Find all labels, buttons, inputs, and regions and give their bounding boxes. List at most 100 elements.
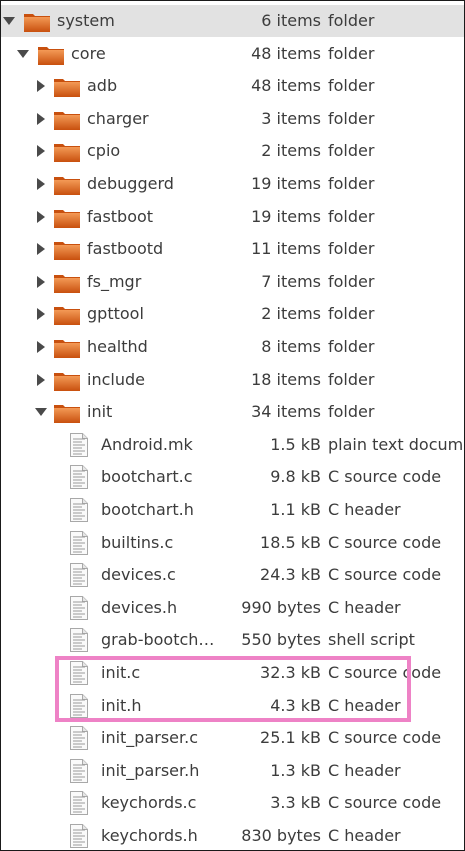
text-file-icon bbox=[69, 661, 89, 685]
row-type: C header bbox=[328, 597, 401, 617]
row-name: bootchart.h bbox=[101, 500, 194, 519]
file-row[interactable]: init_parser.c 25.1 kB C source code bbox=[1, 722, 464, 754]
row-size: 830 bytes bbox=[241, 826, 321, 845]
folder-row[interactable]: init 34 items folder bbox=[1, 396, 464, 428]
row-type: C source code bbox=[328, 728, 442, 748]
folder-row[interactable]: fastbootd 11 items folder bbox=[1, 233, 464, 265]
row-name: devices.h bbox=[101, 597, 178, 617]
row-type: folder bbox=[328, 141, 375, 161]
row-name: grab-bootch… bbox=[101, 630, 215, 650]
row-size: 19 items bbox=[251, 174, 321, 193]
expander-collapsed-icon[interactable] bbox=[35, 298, 49, 330]
expander-collapsed-icon[interactable] bbox=[35, 135, 49, 167]
file-row[interactable]: builtins.c 18.5 kB C source code bbox=[1, 527, 464, 559]
row-name: devices.c bbox=[101, 565, 176, 585]
row-name: gpttool bbox=[87, 304, 144, 324]
row-type: folder bbox=[328, 369, 375, 389]
text-file-icon bbox=[69, 824, 89, 848]
row-type: folder bbox=[328, 271, 375, 291]
text-file-icon bbox=[69, 758, 89, 783]
folder-row[interactable]: system 6 items folder bbox=[1, 5, 464, 37]
row-size: 6 items bbox=[261, 11, 321, 30]
row-name: init_parser.h bbox=[101, 760, 200, 780]
file-row[interactable]: devices.c 24.3 kB C source code bbox=[1, 559, 464, 591]
row-size: 550 bytes bbox=[241, 630, 321, 650]
file-row[interactable]: bootchart.h 1.1 kB C header bbox=[1, 494, 464, 526]
expander-expanded-icon[interactable] bbox=[35, 396, 49, 428]
row-name: init.c bbox=[101, 663, 141, 682]
folder-row[interactable]: adb 48 items folder bbox=[1, 70, 464, 102]
file-row[interactable]: Android.mk 1.5 kB plain text docum bbox=[1, 429, 464, 461]
row-type: C header bbox=[328, 760, 401, 780]
expander-collapsed-icon[interactable] bbox=[35, 233, 49, 265]
row-name: fastboot bbox=[87, 206, 154, 226]
folder-row[interactable]: gpttool 2 items folder bbox=[1, 298, 464, 330]
expander-collapsed-icon[interactable] bbox=[35, 168, 49, 200]
row-type: folder bbox=[328, 174, 375, 193]
text-file-icon bbox=[69, 726, 89, 751]
row-name: adb bbox=[87, 76, 118, 96]
folder-icon bbox=[53, 370, 81, 392]
folder-row[interactable]: healthd 8 items folder bbox=[1, 331, 464, 363]
row-size: 8 items bbox=[261, 337, 321, 356]
row-size: 7 items bbox=[261, 271, 321, 291]
folder-icon bbox=[53, 304, 81, 326]
expander-collapsed-icon[interactable] bbox=[35, 331, 49, 363]
row-size: 25.1 kB bbox=[260, 728, 321, 748]
text-file-icon bbox=[69, 530, 89, 555]
row-type: C source code bbox=[328, 793, 442, 813]
row-name: system bbox=[57, 11, 115, 30]
expander-collapsed-icon[interactable] bbox=[35, 266, 49, 298]
folder-icon bbox=[53, 76, 81, 98]
row-size: 9.8 kB bbox=[270, 467, 321, 487]
expander-collapsed-icon[interactable] bbox=[35, 364, 49, 396]
row-name: core bbox=[71, 43, 106, 63]
folder-row[interactable]: fs_mgr 7 items folder bbox=[1, 266, 464, 298]
row-name: bootchart.c bbox=[101, 467, 193, 487]
text-file-icon bbox=[69, 465, 89, 490]
row-type: folder bbox=[328, 43, 375, 63]
file-row[interactable]: init.c 32.3 kB C source code bbox=[1, 657, 464, 689]
row-name: init.h bbox=[101, 695, 142, 715]
folder-icon bbox=[53, 239, 81, 261]
folder-row[interactable]: debuggerd 19 items folder bbox=[1, 168, 464, 200]
file-row[interactable]: bootchart.c 9.8 kB C source code bbox=[1, 461, 464, 493]
row-name: include bbox=[87, 369, 145, 389]
text-file-icon bbox=[69, 563, 89, 588]
text-file-icon bbox=[69, 498, 89, 522]
row-type: C source code bbox=[328, 663, 442, 682]
row-size: 1.1 kB bbox=[270, 500, 321, 519]
file-row[interactable]: keychords.h 830 bytes C header bbox=[1, 820, 464, 850]
folder-icon bbox=[53, 402, 81, 424]
file-row[interactable]: devices.h 990 bytes C header bbox=[1, 592, 464, 624]
row-name: builtins.c bbox=[101, 532, 174, 552]
row-size: 3.3 kB bbox=[270, 793, 321, 813]
row-name: debuggerd bbox=[87, 174, 174, 193]
file-row[interactable]: init_parser.h 1.3 kB C header bbox=[1, 755, 464, 787]
file-row[interactable]: init.h 4.3 kB C header bbox=[1, 690, 464, 722]
folder-row[interactable]: charger 3 items folder bbox=[1, 103, 464, 135]
expander-expanded-icon[interactable] bbox=[3, 5, 17, 37]
folder-row[interactable]: cpio 2 items folder bbox=[1, 135, 464, 167]
row-type: folder bbox=[328, 239, 375, 259]
expander-collapsed-icon[interactable] bbox=[35, 201, 49, 233]
folder-icon bbox=[53, 337, 81, 359]
row-size: 2 items bbox=[261, 141, 321, 161]
folder-icon bbox=[53, 174, 81, 196]
row-type: shell script bbox=[328, 630, 415, 650]
row-size: 4.3 kB bbox=[270, 695, 321, 715]
row-size: 48 items bbox=[251, 43, 321, 63]
expander-expanded-icon[interactable] bbox=[17, 38, 31, 70]
file-row[interactable]: grab-bootch… 550 bytes shell script bbox=[1, 624, 464, 656]
file-row[interactable]: keychords.c 3.3 kB C source code bbox=[1, 787, 464, 819]
expander-collapsed-icon[interactable] bbox=[35, 70, 49, 102]
row-name: init_parser.c bbox=[101, 728, 199, 748]
folder-row[interactable]: fastboot 19 items folder bbox=[1, 201, 464, 233]
row-type: folder bbox=[328, 337, 375, 356]
row-size: 3 items bbox=[261, 108, 321, 128]
expander-collapsed-icon[interactable] bbox=[35, 103, 49, 135]
folder-row[interactable]: core 48 items folder bbox=[1, 38, 464, 70]
row-type: C header bbox=[328, 695, 401, 715]
row-size: 18 items bbox=[251, 369, 321, 389]
folder-row[interactable]: include 18 items folder bbox=[1, 364, 464, 396]
